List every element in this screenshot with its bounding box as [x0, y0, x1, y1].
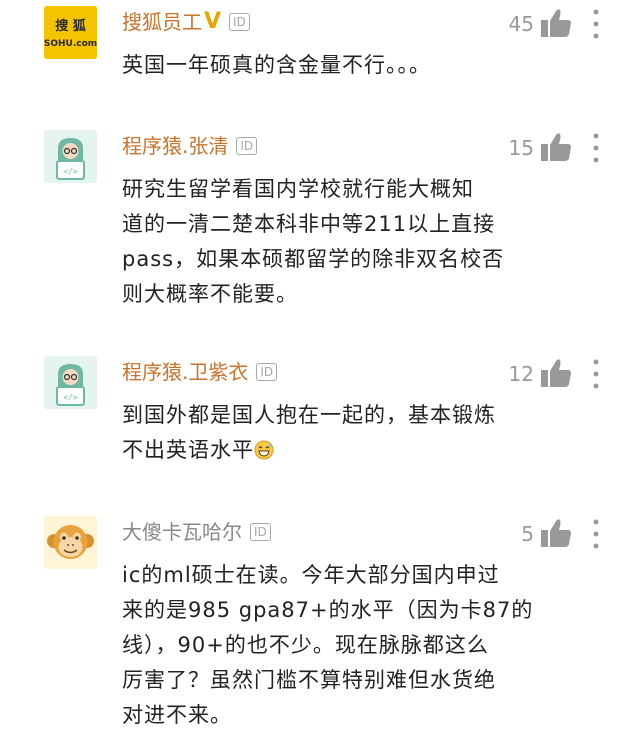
- coder-avatar-icon: </>: [44, 130, 97, 183]
- comment-line: 不出英语水平: [122, 433, 592, 468]
- comment-line: 来的是985 gpa87+的水平（因为卡87的: [122, 598, 534, 622]
- comment-line: 研究生留学看国内学校就行能大概知: [122, 177, 474, 201]
- comment-line: 英国一年硕真的含金量不行。。。: [122, 53, 431, 77]
- like-count: 45: [508, 12, 534, 36]
- username-text[interactable]: 大傻卡瓦哈尔: [122, 520, 242, 544]
- id-badge: ID: [250, 523, 271, 541]
- comment-text: 到国外都是国人抱在一起的，基本锻炼 不出英语水平: [122, 398, 592, 468]
- comment-line-text: 不出英语水平: [122, 438, 254, 462]
- grinning-sweat-emoji-icon: [254, 440, 274, 460]
- comment-line: 对进不来。: [122, 703, 232, 727]
- comment-line: 则大概率不能要。: [122, 282, 298, 306]
- sohu-logo: 搜 狐 SOHU.com: [44, 6, 97, 59]
- id-badge: ID: [256, 363, 278, 381]
- comment-text: 英国一年硕真的含金量不行。。。: [122, 48, 592, 83]
- username[interactable]: 程序猿.卫紫衣 ID: [122, 359, 278, 385]
- avatar[interactable]: [44, 516, 97, 569]
- username-text[interactable]: 程序猿.张清: [122, 134, 228, 158]
- comment-line: ic的ml硕士在读。今年大部分国内申过: [122, 563, 500, 587]
- like-count: 15: [508, 136, 534, 160]
- comment-line: pass，如果本硕都留学的除非双名校否: [122, 247, 505, 271]
- comment-line: 到国外都是国人抱在一起的，基本锻炼: [122, 403, 496, 427]
- code-symbol: </>: [63, 393, 78, 402]
- monkey-avatar-icon: [44, 516, 97, 569]
- comment-text: ic的ml硕士在读。今年大部分国内申过 来的是985 gpa87+的水平（因为卡…: [122, 558, 592, 733]
- id-badge: ID: [229, 13, 250, 31]
- like-count: 12: [508, 362, 534, 386]
- comment-text: 研究生留学看国内学校就行能大概知 道的一清二楚本科非中等211以上直接 pass…: [122, 172, 592, 312]
- avatar[interactable]: 搜 狐 SOHU.com: [44, 6, 97, 59]
- comment-line: 厉害了？虽然门槛不算特别难但水货绝: [122, 668, 496, 692]
- username-text[interactable]: 程序猿.卫紫衣: [122, 360, 248, 384]
- thumbs-up-icon[interactable]: [540, 518, 572, 548]
- thumbs-up-icon[interactable]: [540, 358, 572, 388]
- more-options-icon[interactable]: [592, 518, 600, 550]
- more-options-icon[interactable]: [592, 132, 600, 164]
- username[interactable]: 程序猿.张清 ID: [122, 133, 258, 159]
- thumbs-up-icon[interactable]: [540, 8, 572, 38]
- like-count: 5: [521, 522, 534, 546]
- comment-line: 线），90+的也不少。现在脉脉都这么: [122, 633, 489, 657]
- logo-text-top: 搜 狐: [55, 18, 86, 34]
- coder-avatar-icon: </>: [44, 356, 97, 409]
- username-text[interactable]: 搜狐员工: [122, 10, 202, 34]
- id-badge: ID: [236, 137, 258, 155]
- username[interactable]: 搜狐员工V ID: [122, 9, 250, 35]
- thumbs-up-icon[interactable]: [540, 132, 572, 162]
- verified-badge: V: [204, 9, 222, 34]
- comment-line: 道的一清二楚本科非中等211以上直接: [122, 212, 496, 236]
- avatar[interactable]: </>: [44, 356, 97, 409]
- more-options-icon[interactable]: [592, 358, 600, 390]
- logo-text-bottom: SOHU.com: [44, 39, 97, 49]
- username[interactable]: 大傻卡瓦哈尔 ID: [122, 519, 271, 545]
- avatar[interactable]: </>: [44, 130, 97, 183]
- more-options-icon[interactable]: [592, 8, 600, 40]
- code-symbol: </>: [63, 167, 78, 176]
